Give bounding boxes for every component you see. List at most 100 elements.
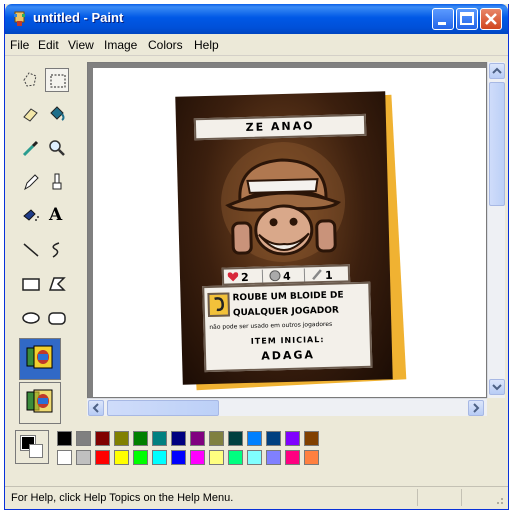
color-swatch[interactable] [133,431,148,446]
color-swatch[interactable] [152,431,167,446]
color-swatch[interactable] [304,431,319,446]
scroll-down-button[interactable] [489,379,505,395]
free-form-select-icon [23,72,37,87]
color-swatch[interactable] [228,431,243,446]
scrollbar-corner [487,398,505,416]
magnifier-icon [49,140,65,156]
menu-view[interactable]: View [68,38,94,52]
color-swatch[interactable] [114,431,129,446]
color-swatch[interactable] [304,450,319,465]
menu-edit[interactable]: Edit [38,38,59,52]
opaque-selection-icon [26,345,53,369]
scroll-up-button[interactable] [489,63,505,79]
menu-file[interactable]: File [10,38,29,52]
color-swatch[interactable] [247,450,262,465]
color-swatch[interactable] [171,450,186,465]
scroll-left-button[interactable] [88,400,104,416]
tool-magnifier[interactable] [45,136,69,160]
minimize-button[interactable] [432,8,454,30]
chevron-down-icon [492,384,502,391]
text-icon: A [49,205,63,225]
ellipse-icon [22,312,40,324]
card-name: ZE ANAO [245,119,315,134]
tool-text[interactable]: A [45,204,69,228]
tool-box: A [9,62,85,424]
minimize-icon [438,22,446,25]
tool-pick-color[interactable] [19,136,43,160]
tool-airbrush[interactable] [19,204,43,228]
rectangle-select-icon [50,74,66,88]
tool-brush[interactable] [45,170,69,194]
stat-attack: 1 [308,267,347,282]
tool-free-form-select[interactable] [19,68,43,92]
resize-grip-icon[interactable] [493,494,505,506]
transparency-option-transparent[interactable] [19,382,61,424]
vertical-scrollbar[interactable] [487,62,505,398]
stat-coins: 4 [265,268,306,284]
close-button[interactable] [480,8,502,30]
status-pane-size [461,489,462,506]
tool-fill[interactable] [45,102,69,126]
tool-line[interactable] [19,238,43,262]
color-swatch[interactable] [171,431,186,446]
line-icon [23,243,39,257]
horizontal-scroll-thumb[interactable] [107,400,219,416]
current-colors[interactable] [15,430,49,464]
maximize-button[interactable] [456,8,478,30]
color-swatch[interactable] [76,431,91,446]
card-starting-item: ADAGA [261,348,316,363]
tool-eraser[interactable] [19,102,43,126]
vertical-scroll-thumb[interactable] [489,82,505,206]
transparent-selection-icon [26,389,53,413]
menu-colors[interactable]: Colors [148,38,183,52]
color-swatch[interactable] [133,450,148,465]
color-swatch[interactable] [95,431,110,446]
stat-health: 2 [223,269,264,285]
stat-coins-value: 4 [282,269,291,284]
pencil-icon [24,174,39,191]
card-ability-note: não pode ser usado em outros jogadores [209,320,333,331]
tool-curve[interactable] [45,238,69,262]
airbrush-icon [23,209,39,221]
polygon-icon [48,277,66,291]
character-illustration [221,142,346,263]
character-card: ZE ANAO 2 4 1 ROUBE UM BLOIDE DE QUALQUE… [175,91,393,385]
menu-bar: File Edit View Image Colors Help [5,34,508,56]
color-swatch[interactable] [247,431,262,446]
tool-polygon[interactable] [45,272,69,296]
card-name-banner: ZE ANAO [193,113,367,141]
menu-image[interactable]: Image [104,38,137,52]
color-swatch[interactable] [95,450,110,465]
color-swatch[interactable] [209,450,224,465]
color-swatch[interactable] [266,431,281,446]
horizontal-scrollbar[interactable] [87,398,487,416]
color-swatch[interactable] [190,431,205,446]
heart-icon [227,272,239,282]
color-swatch[interactable] [57,450,72,465]
color-swatch[interactable] [285,450,300,465]
rectangle-icon [22,278,40,291]
color-swatch[interactable] [57,431,72,446]
tool-ellipse[interactable] [19,306,43,330]
transparency-option-opaque[interactable] [19,338,61,380]
stat-health-value: 2 [240,270,249,285]
color-swatch[interactable] [114,450,129,465]
tool-rectangle[interactable] [19,272,43,296]
color-swatch[interactable] [228,450,243,465]
color-swatch[interactable] [285,431,300,446]
status-pane-coords [417,489,418,506]
menu-help[interactable]: Help [194,38,219,52]
scroll-right-button[interactable] [468,400,484,416]
color-swatch[interactable] [190,450,205,465]
color-swatch[interactable] [152,450,167,465]
tool-pencil[interactable] [19,170,43,194]
title-bar[interactable]: untitled - Paint [5,4,508,34]
tool-rectangle-select[interactable] [45,68,69,92]
maximize-icon [460,12,474,25]
tool-rounded-rectangle[interactable] [45,306,69,330]
color-swatch[interactable] [266,450,281,465]
card-ability-line2: QUALQUER JOGADOR [232,305,340,319]
color-swatch[interactable] [76,450,91,465]
eyedropper-icon [22,140,39,157]
color-swatch[interactable] [209,431,224,446]
